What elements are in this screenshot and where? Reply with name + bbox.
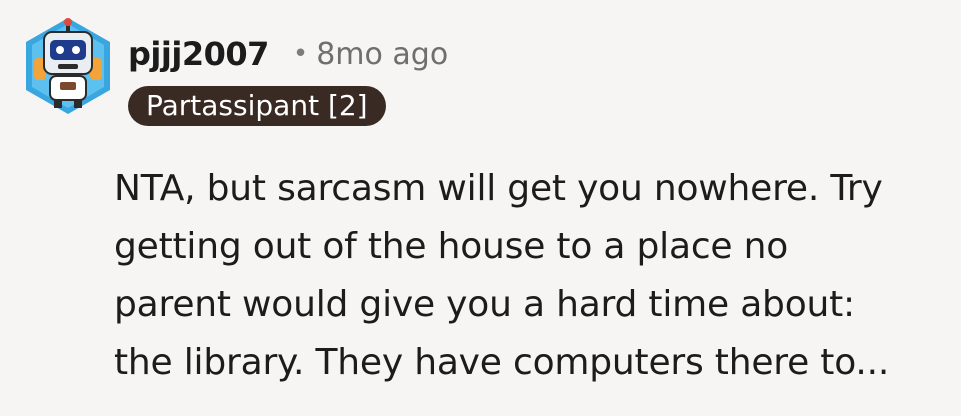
comment-header: pjjj2007 • 8mo ago [128,30,448,78]
user-flair-badge: Partassipant [2] [128,86,386,126]
comment-body: NTA, but sarcasm will get you nowhere. T… [114,160,934,392]
comment: pjjj2007 • 8mo ago Partassipant [2] NTA,… [0,0,961,416]
comment-body-line: the library. They have computers there t… [114,342,890,383]
separator-dot: • [292,39,309,69]
comment-body-line: getting out of the house to a place no [114,226,789,267]
username-link[interactable]: pjjj2007 [128,35,269,73]
comment-body-line: parent would give you a hard time about: [114,284,855,325]
comment-body-line: NTA, but sarcasm will get you nowhere. T… [114,168,883,209]
robot-avatar-icon[interactable] [22,14,114,118]
timestamp[interactable]: 8mo ago [316,37,448,72]
